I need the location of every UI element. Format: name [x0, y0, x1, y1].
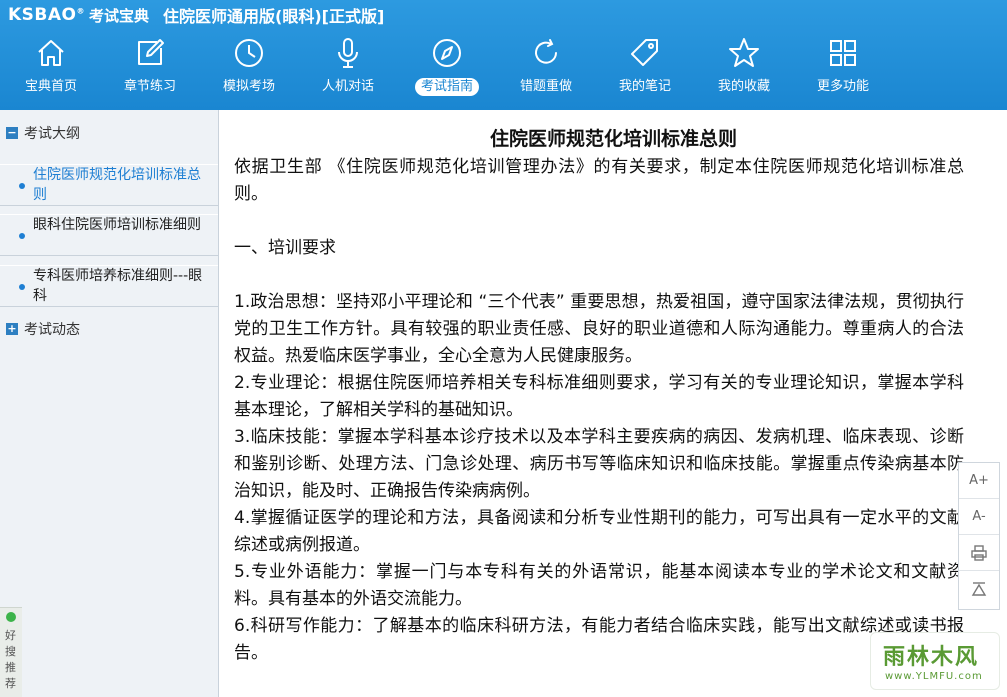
print-button[interactable] [959, 535, 999, 571]
refresh-icon [535, 39, 557, 64]
nav-more-functions[interactable]: 更多功能 [798, 34, 888, 106]
nav-mock-exam[interactable]: 模拟考场 [204, 34, 294, 106]
nav-chapter-practice-label: 章节练习 [123, 79, 176, 94]
sidebar-section-exam-outline[interactable]: − 考试大纲 [0, 118, 218, 148]
grid-icon [830, 40, 856, 66]
document-item: 4.掌握循证医学的理论和方法，具备阅读和分析专业性期刊的能力，可写出具有一定水平… [234, 508, 964, 555]
nav-home-label: 宝典首页 [24, 79, 77, 94]
main-nav: 宝典首页 章节练习 模拟考场 人机对话 考试指南 错题重做 我的笔记 我的收藏 … [0, 34, 1007, 106]
watermark-url: www.YLMFU.com [885, 671, 983, 682]
document-item: 5.专业外语能力：掌握一门与本专科有关的外语常识，能基本阅读本专业的学术论文和文… [234, 562, 964, 609]
nav-home[interactable]: 宝典首页 [6, 34, 96, 106]
sidebar-item-label: 专科医师培养标准细则---眼科 [33, 268, 203, 304]
print-icon [971, 544, 987, 561]
expand-icon[interactable]: + [6, 323, 18, 335]
watermark-logo: 雨林木风 www.YLMFU.com [870, 632, 1000, 690]
clock-icon [235, 39, 263, 67]
font-decrease-button[interactable]: A- [959, 499, 999, 535]
collapse-icon[interactable]: − [6, 127, 18, 139]
logo-chinese: 考试宝典 [88, 6, 149, 25]
font-increase-button[interactable]: A+ [959, 463, 999, 499]
title-bar: KSBAO® 考试宝典 住院医师通用版(眼科)[正式版] [8, 4, 384, 26]
sidebar-section-exam-news[interactable]: + 考试动态 [0, 314, 218, 344]
sidebar-item-label: 住院医师规范化培训标准总则 [33, 167, 201, 203]
back-to-top-button[interactable] [959, 571, 999, 607]
document-item: 1.政治思想：坚持邓小平理论和 “三个代表” 重要思想，热爱祖国，遵守国家法律法… [234, 292, 964, 366]
edit-icon [138, 39, 164, 65]
document-item: 2.专业理论：根据住院医师培养相关专科标准细则要求，学习有关的专业理论知识，掌握… [234, 373, 964, 420]
document-body: 依据卫生部 《住院医师规范化培训管理办法》的有关要求，制定本住院医师规范化培训标… [234, 154, 964, 667]
nav-redo-wrong-label: 错题重做 [519, 79, 572, 94]
document-view: 住院医师规范化培训标准总则 依据卫生部 《住院医师规范化培训管理办法》的有关要求… [220, 110, 1007, 697]
nav-dialogue[interactable]: 人机对话 [303, 34, 393, 106]
sidebar-item-label: 眼科住院医师培训标准细则 [33, 217, 201, 233]
nav-exam-guide-label: 考试指南 [414, 78, 479, 96]
sidebar-section-label: 考试大纲 [24, 126, 80, 142]
ksbao-logo: KSBAO® [8, 5, 85, 25]
sidebar-item-ophthalmology-rules[interactable]: 眼科住院医师培训标准细则 [0, 214, 218, 256]
app-header: KSBAO® 考试宝典 住院医师通用版(眼科)[正式版] 宝典首页 章节练习 模… [0, 0, 1007, 110]
nav-mock-exam-label: 模拟考场 [222, 79, 275, 94]
nav-dialogue-label: 人机对话 [321, 79, 374, 94]
nav-my-notes[interactable]: 我的笔记 [600, 34, 690, 106]
watermark-brand: 雨林木风 [883, 645, 980, 670]
document-item: 3.临床技能：掌握本学科基本诊疗技术以及本学科主要疾病的病因、发病机理、临床表现… [234, 427, 964, 501]
haosou-recommend[interactable]: 好搜推荐 [0, 607, 22, 697]
nav-my-favorites[interactable]: 我的收藏 [699, 34, 789, 106]
nav-my-favorites-label: 我的收藏 [717, 79, 770, 94]
sidebar-item-specialist-rules[interactable]: 专科医师培养标准细则---眼科 [0, 265, 218, 307]
compass-icon [433, 39, 461, 67]
nav-more-functions-label: 更多功能 [816, 79, 869, 94]
divider [0, 255, 218, 256]
document-item: 6.科研写作能力：了解基本的临床科研方法，有能力者结合临床实践，能写出文献综述或… [234, 616, 964, 663]
microphone-icon [338, 38, 358, 68]
home-icon [38, 40, 64, 66]
nav-chapter-practice[interactable]: 章节练习 [105, 34, 195, 106]
sidebar-item-general-rules[interactable]: 住院医师规范化培训标准总则 [0, 164, 218, 206]
divider [0, 205, 218, 206]
star-icon [729, 38, 759, 67]
nav-redo-wrong[interactable]: 错题重做 [501, 34, 591, 106]
tag-icon [631, 39, 658, 66]
haosou-label: 好搜推荐 [5, 629, 16, 690]
bullet-icon [19, 284, 25, 290]
document-heading: 一、培训要求 [234, 238, 336, 258]
divider [0, 306, 218, 307]
sidebar-section-label: 考试动态 [24, 322, 80, 338]
bullet-icon [19, 183, 25, 189]
nav-my-notes-label: 我的笔记 [618, 79, 671, 94]
document-intro: 依据卫生部 《住院医师规范化培训管理办法》的有关要求，制定本住院医师规范化培训标… [234, 157, 964, 204]
arrow-up-icon [971, 582, 987, 596]
document-title: 住院医师规范化培训标准总则 [489, 128, 737, 150]
sidebar: − 考试大纲 住院医师规范化培训标准总则 眼科住院医师培训标准细则 专科医师培养… [0, 110, 219, 697]
reading-tools: A+ A- [958, 462, 1000, 610]
bullet-icon [19, 233, 25, 239]
app-title: 住院医师通用版(眼科)[正式版] [163, 7, 385, 26]
nav-exam-guide[interactable]: 考试指南 [402, 34, 492, 106]
haosou-icon [6, 612, 16, 622]
